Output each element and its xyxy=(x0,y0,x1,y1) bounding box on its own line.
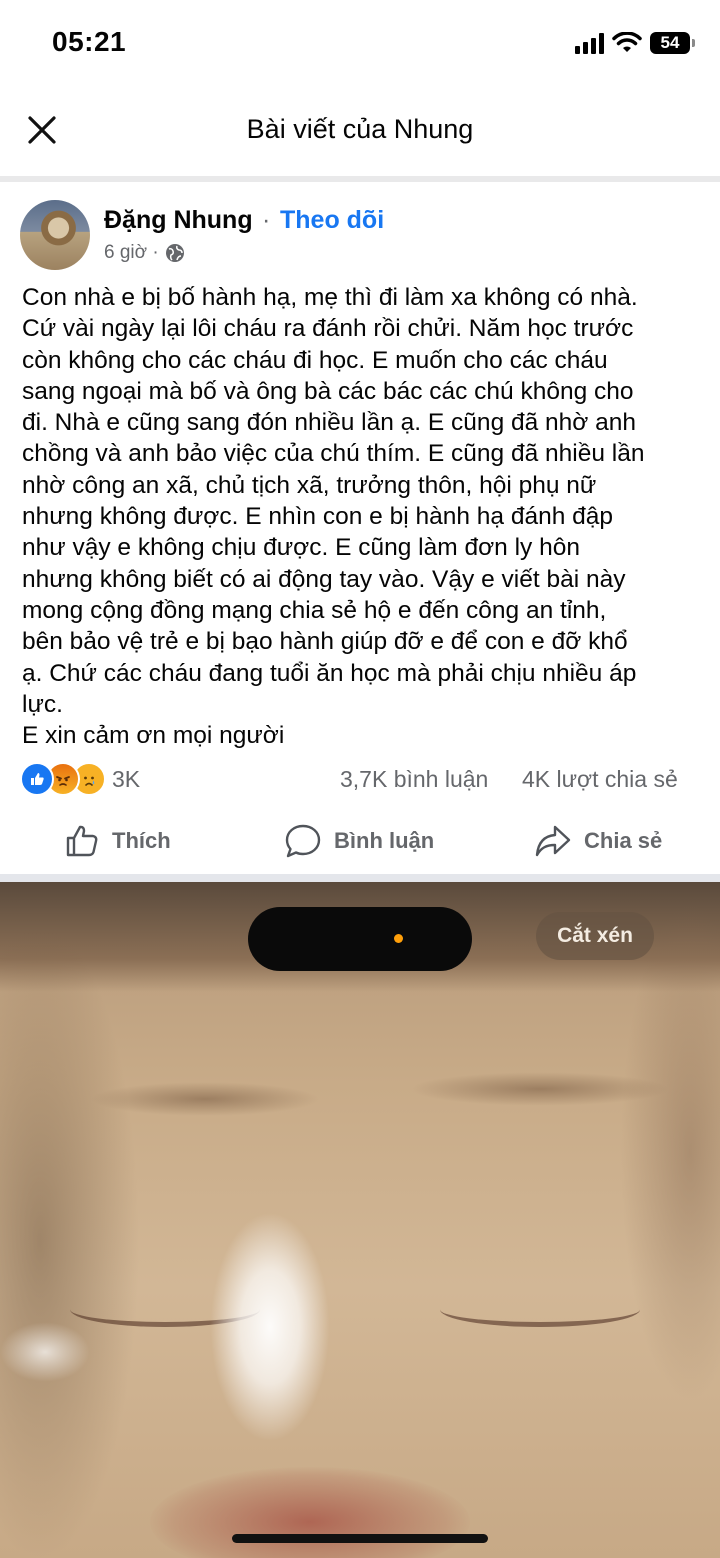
status-icons: 54 xyxy=(575,28,695,58)
post-time[interactable]: 6 giờ · xyxy=(104,242,159,264)
post-author-row: Đặng Nhung · Theo dõi 6 giờ · xyxy=(0,196,720,276)
photo-eyebrow xyxy=(90,1082,320,1116)
post-meta: 6 giờ · xyxy=(104,242,185,264)
post-text-line: nhưng không biết có ai động tay vào. Vậy… xyxy=(22,565,626,593)
status-time: 05:21 xyxy=(52,26,127,57)
comment-count[interactable]: 3,7K bình luận xyxy=(340,766,488,793)
reaction-icons[interactable] xyxy=(20,762,110,796)
page-title: Bài viết của Nhung xyxy=(246,114,474,144)
home-indicator[interactable] xyxy=(232,1534,488,1543)
photo-eyebrow xyxy=(410,1072,670,1106)
author-name[interactable]: Đặng Nhung xyxy=(104,206,253,235)
photo-eye xyxy=(440,1292,640,1327)
like-label: Thích xyxy=(112,828,171,853)
post-text-line: còn không cho các cháu đi học. E muốn ch… xyxy=(22,346,608,374)
post-text-line: sang ngoại mà bố và ông bà các bác các c… xyxy=(22,377,634,405)
author-separator: · xyxy=(262,206,271,234)
post-text-line: ạ. Chứ các cháu đang tuổi ăn học mà phải… xyxy=(22,659,637,687)
post-text-line: E xin cảm ơn mọi người xyxy=(22,722,285,750)
photo-highlight xyxy=(210,1212,330,1442)
wifi-icon xyxy=(612,32,642,52)
photo-shade xyxy=(620,902,720,1402)
post-text-line: nhờ công an xã, chủ tịch xã, trưởng thôn… xyxy=(22,471,597,499)
post-text-line: đi. Nhà e cũng sang đón nhiều lần ạ. E c… xyxy=(22,409,637,437)
crop-button[interactable]: Cắt xén xyxy=(536,912,654,960)
post-text-line: Cứ vài ngày lại lôi cháu ra đánh rồi chử… xyxy=(22,315,634,343)
reactions-summary: 3K 3,7K bình luận 4K lượt chia sẻ xyxy=(0,760,720,800)
post-text-line: mong cộng đồng mạng chia sẻ hộ e đến côn… xyxy=(22,596,607,624)
reaction-count[interactable]: 3K xyxy=(112,766,140,793)
avatar[interactable] xyxy=(20,200,90,270)
globe-icon xyxy=(165,244,184,262)
app-screen: 05:21 54 Bài viết của Nhung Đặng Nhung ·… xyxy=(0,0,720,1558)
share-arrow-icon xyxy=(535,825,571,857)
comment-button[interactable]: Bình luận xyxy=(284,820,434,862)
section-divider xyxy=(0,874,720,882)
post-text-line: bên bảo vệ trẻ e bị bạo hành giúp đỡ e đ… xyxy=(22,628,628,656)
post-text-line: nhưng không được. E nhìn con e bị hành h… xyxy=(22,503,614,531)
photo-highlight xyxy=(0,1322,90,1382)
post-body: Con nhà e bị bố hành hạ, mẹ thì đi làm x… xyxy=(22,282,706,751)
status-bar: 05:21 54 xyxy=(0,0,720,88)
thumbs-up-icon xyxy=(66,825,98,857)
photo-shade xyxy=(0,922,140,1558)
like-button[interactable]: Thích xyxy=(64,820,171,862)
post-text-line: lực. xyxy=(22,690,63,718)
share-count[interactable]: 4K lượt chia sẻ xyxy=(522,766,678,793)
cellular-signal-icon xyxy=(575,32,604,54)
share-label: Chia sẻ xyxy=(584,828,663,853)
share-button[interactable]: Chia sẻ xyxy=(534,820,662,862)
recording-indicator-icon xyxy=(394,934,403,943)
post-actions: Thích Bình luận Chia sẻ xyxy=(0,812,720,872)
post-header: Bài viết của Nhung xyxy=(0,88,720,177)
follow-button[interactable]: Theo dõi xyxy=(280,206,384,235)
dynamic-island xyxy=(248,907,472,971)
photo-lips xyxy=(150,1467,470,1558)
post-text-line: như vậy e không chịu được. E cũng làm đơ… xyxy=(22,534,580,562)
battery-icon: 54 xyxy=(650,32,695,54)
comment-label: Bình luận xyxy=(334,828,435,853)
header-divider xyxy=(0,176,720,182)
comment-bubble-icon xyxy=(285,824,321,858)
post-text-line: Con nhà e bị bố hành hạ, mẹ thì đi làm x… xyxy=(22,284,638,311)
like-icon xyxy=(20,762,54,796)
post-text-line: chồng và anh bảo việc của chú thím. E cũ… xyxy=(22,440,645,468)
post-photo[interactable]: Cắt xén xyxy=(0,882,720,1558)
